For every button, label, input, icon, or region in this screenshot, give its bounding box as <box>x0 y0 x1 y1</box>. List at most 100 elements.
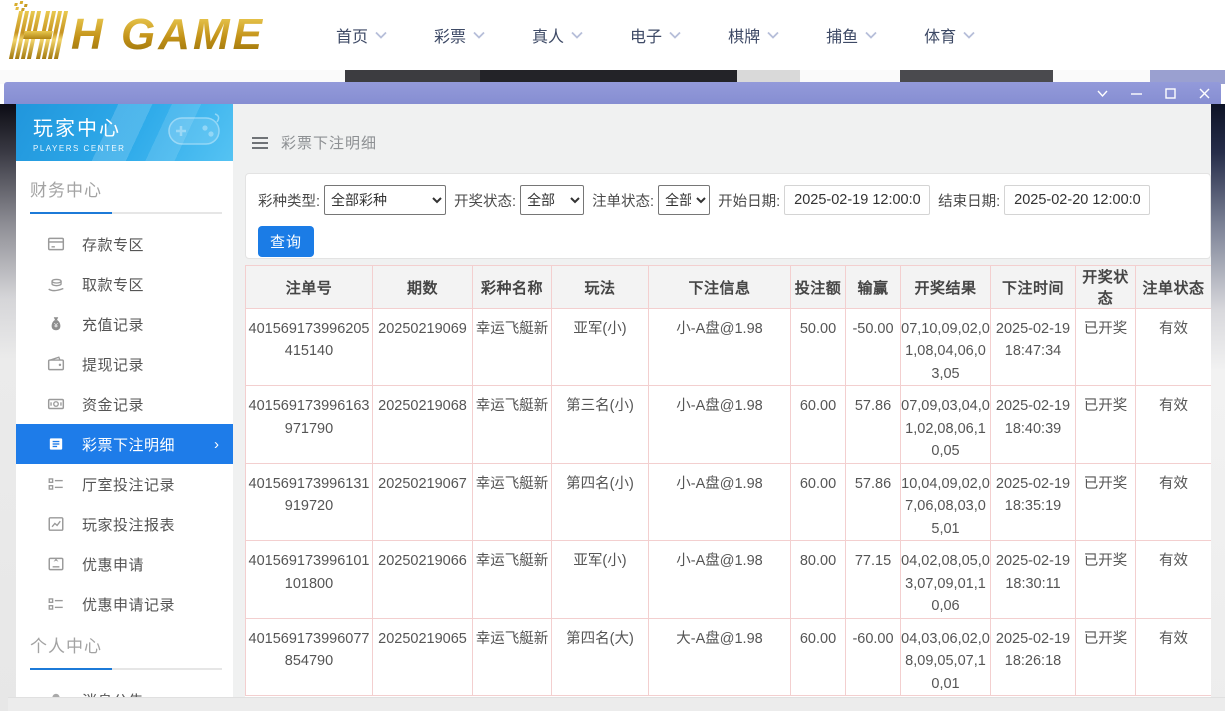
sidebar-item-label: 厅室投注记录 <box>82 474 175 495</box>
table-cell: 401569173996131919720 <box>246 463 373 540</box>
sidebar-item-withdraw[interactable]: 取款专区 <box>16 264 233 304</box>
site-logo[interactable]: H GAME <box>14 5 274 65</box>
table-cell: 亚军(小) <box>552 309 649 386</box>
nav-label: 彩票 <box>434 23 466 47</box>
start-date-input[interactable] <box>784 185 930 215</box>
close-icon <box>1198 87 1211 100</box>
table-cell: 已开奖 <box>1076 463 1136 540</box>
sidebar-item-label: 存款专区 <box>82 234 144 255</box>
table-cell: 60.00 <box>791 386 846 463</box>
table-cell: 20250219068 <box>373 386 473 463</box>
table-cell: 60.00 <box>791 463 846 540</box>
withdraw-hand-icon <box>47 275 65 293</box>
table-cell: 2025-02-19 18:30:11 <box>991 541 1076 618</box>
nav-item-sports[interactable]: 体育 <box>924 23 975 47</box>
window-edge-left <box>0 104 16 711</box>
sidebar-menu-personal: 消息公告 <box>16 680 233 697</box>
table-cell: 第四名(小) <box>552 463 649 540</box>
page-title: 彩票下注明细 <box>281 132 377 153</box>
chevron-down-icon <box>767 31 779 39</box>
lottery-type-label: 彩种类型: <box>258 190 320 211</box>
table-cell: 2025-02-19 18:47:34 <box>991 309 1076 386</box>
query-button[interactable]: 查询 <box>258 226 314 257</box>
lottery-type-select[interactable]: 全部彩种 <box>324 185 446 215</box>
site-top-nav: H GAME 首页 彩票 真人 电子 棋牌 <box>0 0 1225 70</box>
wallet-icon <box>47 355 65 373</box>
table-cell: 有效 <box>1136 309 1212 386</box>
window-body: 玩家中心 PLAYERS CENTER 财务中心 存款专区 <box>0 104 1225 711</box>
table-cell: 有效 <box>1136 463 1212 540</box>
table-row: 40156917399610110180020250219066幸运飞艇新亚军(… <box>246 541 1212 618</box>
end-date-input[interactable] <box>1004 185 1150 215</box>
bet-status-select[interactable]: 全部 <box>658 185 710 215</box>
sidebar-section-finance: 财务中心 <box>30 176 233 214</box>
sidebar-item-withdrawal-record[interactable]: 提现记录 <box>16 344 233 384</box>
minimize-icon <box>1130 87 1143 100</box>
sidebar-item-promo-apply[interactable]: 优惠申请 <box>16 544 233 584</box>
main-content: 彩票下注明细 彩种类型: 全部彩种 开奖状态: 全部 注单状态: 全部 开始日期… <box>233 104 1211 697</box>
list-icon <box>47 595 65 613</box>
nav-label: 棋牌 <box>728 23 760 47</box>
table-cell: 小-A盘@1.98 <box>649 463 791 540</box>
nav-item-cards[interactable]: 棋牌 <box>728 23 779 47</box>
table-row: 40156917399607785479020250219065幸运飞艇新第四名… <box>246 618 1212 695</box>
table-cell: 401569173996101101800 <box>246 541 373 618</box>
nav-items: 首页 彩票 真人 电子 棋牌 捕鱼 <box>336 23 975 47</box>
draw-status-select[interactable]: 全部 <box>520 185 584 215</box>
report-chart-icon <box>47 515 65 533</box>
section-underline <box>30 212 222 214</box>
window-close-button[interactable] <box>1198 87 1211 100</box>
chevron-down-icon <box>571 31 583 39</box>
section-title: 财务中心 <box>30 176 233 201</box>
gamepad-icon <box>161 108 227 152</box>
table-cell: 10,04,09,02,07,06,08,03,05,01 <box>901 463 991 540</box>
table-cell: 大-A盘@1.98 <box>649 618 791 695</box>
nav-label: 首页 <box>336 23 368 47</box>
column-header: 下注时间 <box>991 266 1076 309</box>
chevron-down-icon <box>1096 87 1109 100</box>
column-header: 彩种名称 <box>473 266 552 309</box>
table-cell: 幸运飞艇新 <box>473 309 552 386</box>
table-cell: 60.00 <box>791 618 846 695</box>
sidebar-item-lottery-bet-detail[interactable]: 彩票下注明细 › <box>16 424 233 464</box>
column-header: 期数 <box>373 266 473 309</box>
sidebar-item-deposit[interactable]: 存款专区 <box>16 224 233 264</box>
column-header: 玩法 <box>552 266 649 309</box>
window-titlebar <box>4 82 1221 104</box>
table-cell: 57.86 <box>846 463 901 540</box>
column-header: 下注信息 <box>649 266 791 309</box>
window-dropdown-button[interactable] <box>1096 87 1109 100</box>
list-icon <box>47 475 65 493</box>
menu-toggle-icon[interactable] <box>252 137 268 149</box>
table-cell: 77.15 <box>846 541 901 618</box>
bet-table-body: 40156917399620541514020250219069幸运飞艇新亚军(… <box>246 309 1212 696</box>
nav-item-live[interactable]: 真人 <box>532 23 583 47</box>
chevron-down-icon <box>865 31 877 39</box>
window-minimize-button[interactable] <box>1130 87 1143 100</box>
table-cell: 401569173996205415140 <box>246 309 373 386</box>
nav-item-slots[interactable]: 电子 <box>630 23 681 47</box>
table-cell: 小-A盘@1.98 <box>649 541 791 618</box>
sidebar-item-funds-record[interactable]: 资金记录 <box>16 384 233 424</box>
nav-item-fishing[interactable]: 捕鱼 <box>826 23 877 47</box>
sidebar-item-player-bet-report[interactable]: 玩家投注报表 <box>16 504 233 544</box>
sidebar-item-recharge-record[interactable]: ¥ 充值记录 <box>16 304 233 344</box>
filter-row: 彩种类型: 全部彩种 开奖状态: 全部 注单状态: 全部 开始日期: 结束日期: <box>258 185 1150 215</box>
window-maximize-button[interactable] <box>1164 87 1177 100</box>
table-cell: 已开奖 <box>1076 541 1136 618</box>
ledger-icon <box>47 435 65 453</box>
chevron-down-icon <box>963 31 975 39</box>
bet-status-label: 注单状态: <box>592 190 654 211</box>
logo-h-mark-icon <box>9 11 68 59</box>
table-cell: -50.00 <box>846 309 901 386</box>
end-date-label: 结束日期: <box>938 190 1000 211</box>
sidebar-item-announcements[interactable]: 消息公告 <box>16 680 233 697</box>
horizontal-scrollbar[interactable] <box>8 697 1225 711</box>
sidebar-item-promo-apply-record[interactable]: 优惠申请记录 <box>16 584 233 624</box>
nav-item-lottery[interactable]: 彩票 <box>434 23 485 47</box>
nav-item-home[interactable]: 首页 <box>336 23 387 47</box>
nav-label: 真人 <box>532 23 564 47</box>
table-cell: 有效 <box>1136 618 1212 695</box>
maximize-icon <box>1164 87 1177 100</box>
sidebar-item-hall-bet-record[interactable]: 厅室投注记录 <box>16 464 233 504</box>
